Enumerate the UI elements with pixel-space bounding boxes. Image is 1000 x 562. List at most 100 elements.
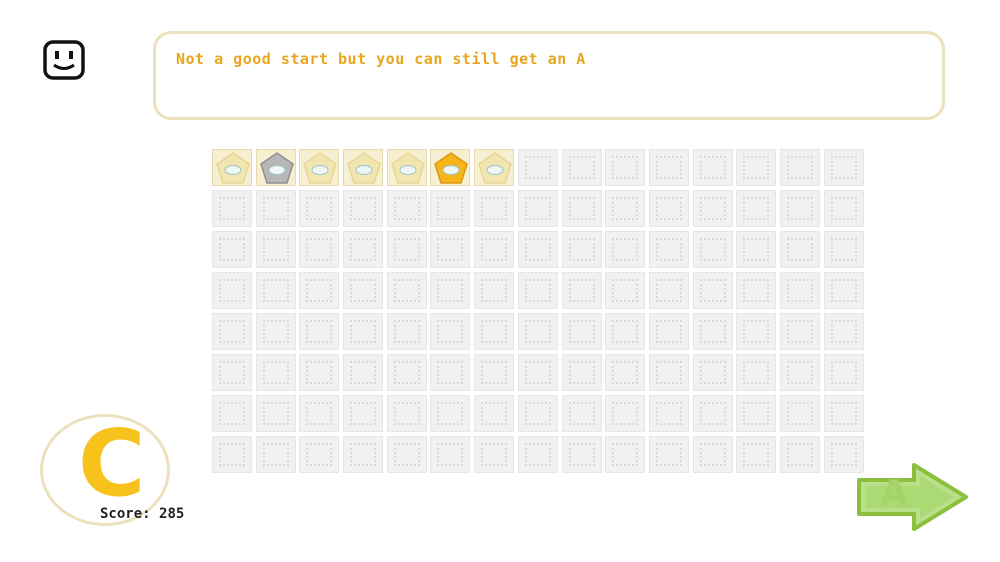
empty-cell[interactable] — [779, 231, 820, 268]
empty-cell[interactable] — [648, 231, 689, 268]
empty-cell[interactable] — [517, 436, 558, 473]
empty-cell[interactable] — [474, 272, 515, 309]
empty-cell[interactable] — [386, 231, 427, 268]
empty-cell[interactable] — [255, 395, 296, 432]
empty-cell[interactable] — [823, 354, 864, 391]
empty-cell[interactable] — [299, 436, 340, 473]
empty-cell[interactable] — [430, 231, 471, 268]
empty-cell[interactable] — [474, 313, 515, 350]
empty-cell[interactable] — [255, 354, 296, 391]
board-piece[interactable] — [343, 149, 384, 186]
empty-cell[interactable] — [692, 395, 733, 432]
empty-cell[interactable] — [605, 231, 646, 268]
empty-cell[interactable] — [561, 313, 602, 350]
empty-cell[interactable] — [823, 190, 864, 227]
empty-cell[interactable] — [212, 354, 252, 391]
board-piece[interactable] — [299, 149, 340, 186]
empty-cell[interactable] — [692, 436, 733, 473]
empty-cell[interactable] — [692, 149, 733, 186]
empty-cell[interactable] — [386, 190, 427, 227]
empty-cell[interactable] — [648, 436, 689, 473]
empty-cell[interactable] — [561, 272, 602, 309]
empty-cell[interactable] — [736, 354, 777, 391]
empty-cell[interactable] — [561, 354, 602, 391]
empty-cell[interactable] — [212, 190, 252, 227]
empty-cell[interactable] — [779, 436, 820, 473]
empty-cell[interactable] — [648, 272, 689, 309]
empty-cell[interactable] — [430, 313, 471, 350]
empty-cell[interactable] — [386, 436, 427, 473]
empty-cell[interactable] — [779, 190, 820, 227]
empty-cell[interactable] — [386, 313, 427, 350]
empty-cell[interactable] — [212, 395, 252, 432]
empty-cell[interactable] — [736, 272, 777, 309]
empty-cell[interactable] — [605, 190, 646, 227]
empty-cell[interactable] — [299, 231, 340, 268]
empty-cell[interactable] — [343, 436, 384, 473]
empty-cell[interactable] — [648, 149, 689, 186]
empty-cell[interactable] — [823, 231, 864, 268]
empty-cell[interactable] — [779, 395, 820, 432]
empty-cell[interactable] — [692, 190, 733, 227]
empty-cell[interactable] — [386, 395, 427, 432]
empty-cell[interactable] — [692, 354, 733, 391]
empty-cell[interactable] — [648, 190, 689, 227]
empty-cell[interactable] — [605, 272, 646, 309]
empty-cell[interactable] — [605, 354, 646, 391]
empty-cell[interactable] — [692, 231, 733, 268]
empty-cell[interactable] — [386, 354, 427, 391]
empty-cell[interactable] — [561, 190, 602, 227]
empty-cell[interactable] — [648, 313, 689, 350]
empty-cell[interactable] — [299, 395, 340, 432]
empty-cell[interactable] — [430, 190, 471, 227]
empty-cell[interactable] — [561, 395, 602, 432]
empty-cell[interactable] — [386, 272, 427, 309]
empty-cell[interactable] — [343, 231, 384, 268]
empty-cell[interactable] — [343, 354, 384, 391]
empty-cell[interactable] — [779, 149, 820, 186]
empty-cell[interactable] — [779, 313, 820, 350]
empty-cell[interactable] — [561, 231, 602, 268]
empty-cell[interactable] — [736, 395, 777, 432]
empty-cell[interactable] — [779, 272, 820, 309]
empty-cell[interactable] — [823, 149, 864, 186]
empty-cell[interactable] — [343, 190, 384, 227]
empty-cell[interactable] — [430, 272, 471, 309]
board-piece[interactable] — [212, 149, 252, 186]
empty-cell[interactable] — [517, 395, 558, 432]
empty-cell[interactable] — [212, 231, 252, 268]
empty-cell[interactable] — [299, 313, 340, 350]
empty-cell[interactable] — [343, 395, 384, 432]
empty-cell[interactable] — [255, 313, 296, 350]
empty-cell[interactable] — [823, 272, 864, 309]
empty-cell[interactable] — [736, 190, 777, 227]
empty-cell[interactable] — [255, 231, 296, 268]
empty-cell[interactable] — [561, 149, 602, 186]
empty-cell[interactable] — [605, 149, 646, 186]
empty-cell[interactable] — [517, 313, 558, 350]
empty-cell[interactable] — [648, 395, 689, 432]
game-board[interactable] — [212, 149, 864, 473]
empty-cell[interactable] — [430, 395, 471, 432]
next-arrow-button[interactable] — [856, 462, 970, 532]
empty-cell[interactable] — [474, 395, 515, 432]
empty-cell[interactable] — [255, 436, 296, 473]
empty-cell[interactable] — [517, 354, 558, 391]
empty-cell[interactable] — [474, 354, 515, 391]
empty-cell[interactable] — [430, 436, 471, 473]
board-piece[interactable] — [474, 149, 515, 186]
empty-cell[interactable] — [605, 395, 646, 432]
empty-cell[interactable] — [343, 313, 384, 350]
empty-cell[interactable] — [605, 313, 646, 350]
board-piece[interactable] — [430, 149, 471, 186]
empty-cell[interactable] — [255, 190, 296, 227]
empty-cell[interactable] — [343, 272, 384, 309]
empty-cell[interactable] — [430, 354, 471, 391]
empty-cell[interactable] — [823, 313, 864, 350]
empty-cell[interactable] — [605, 436, 646, 473]
empty-cell[interactable] — [517, 272, 558, 309]
next-arrow-icon[interactable] — [857, 463, 968, 531]
empty-cell[interactable] — [299, 354, 340, 391]
empty-cell[interactable] — [736, 436, 777, 473]
empty-cell[interactable] — [474, 436, 515, 473]
